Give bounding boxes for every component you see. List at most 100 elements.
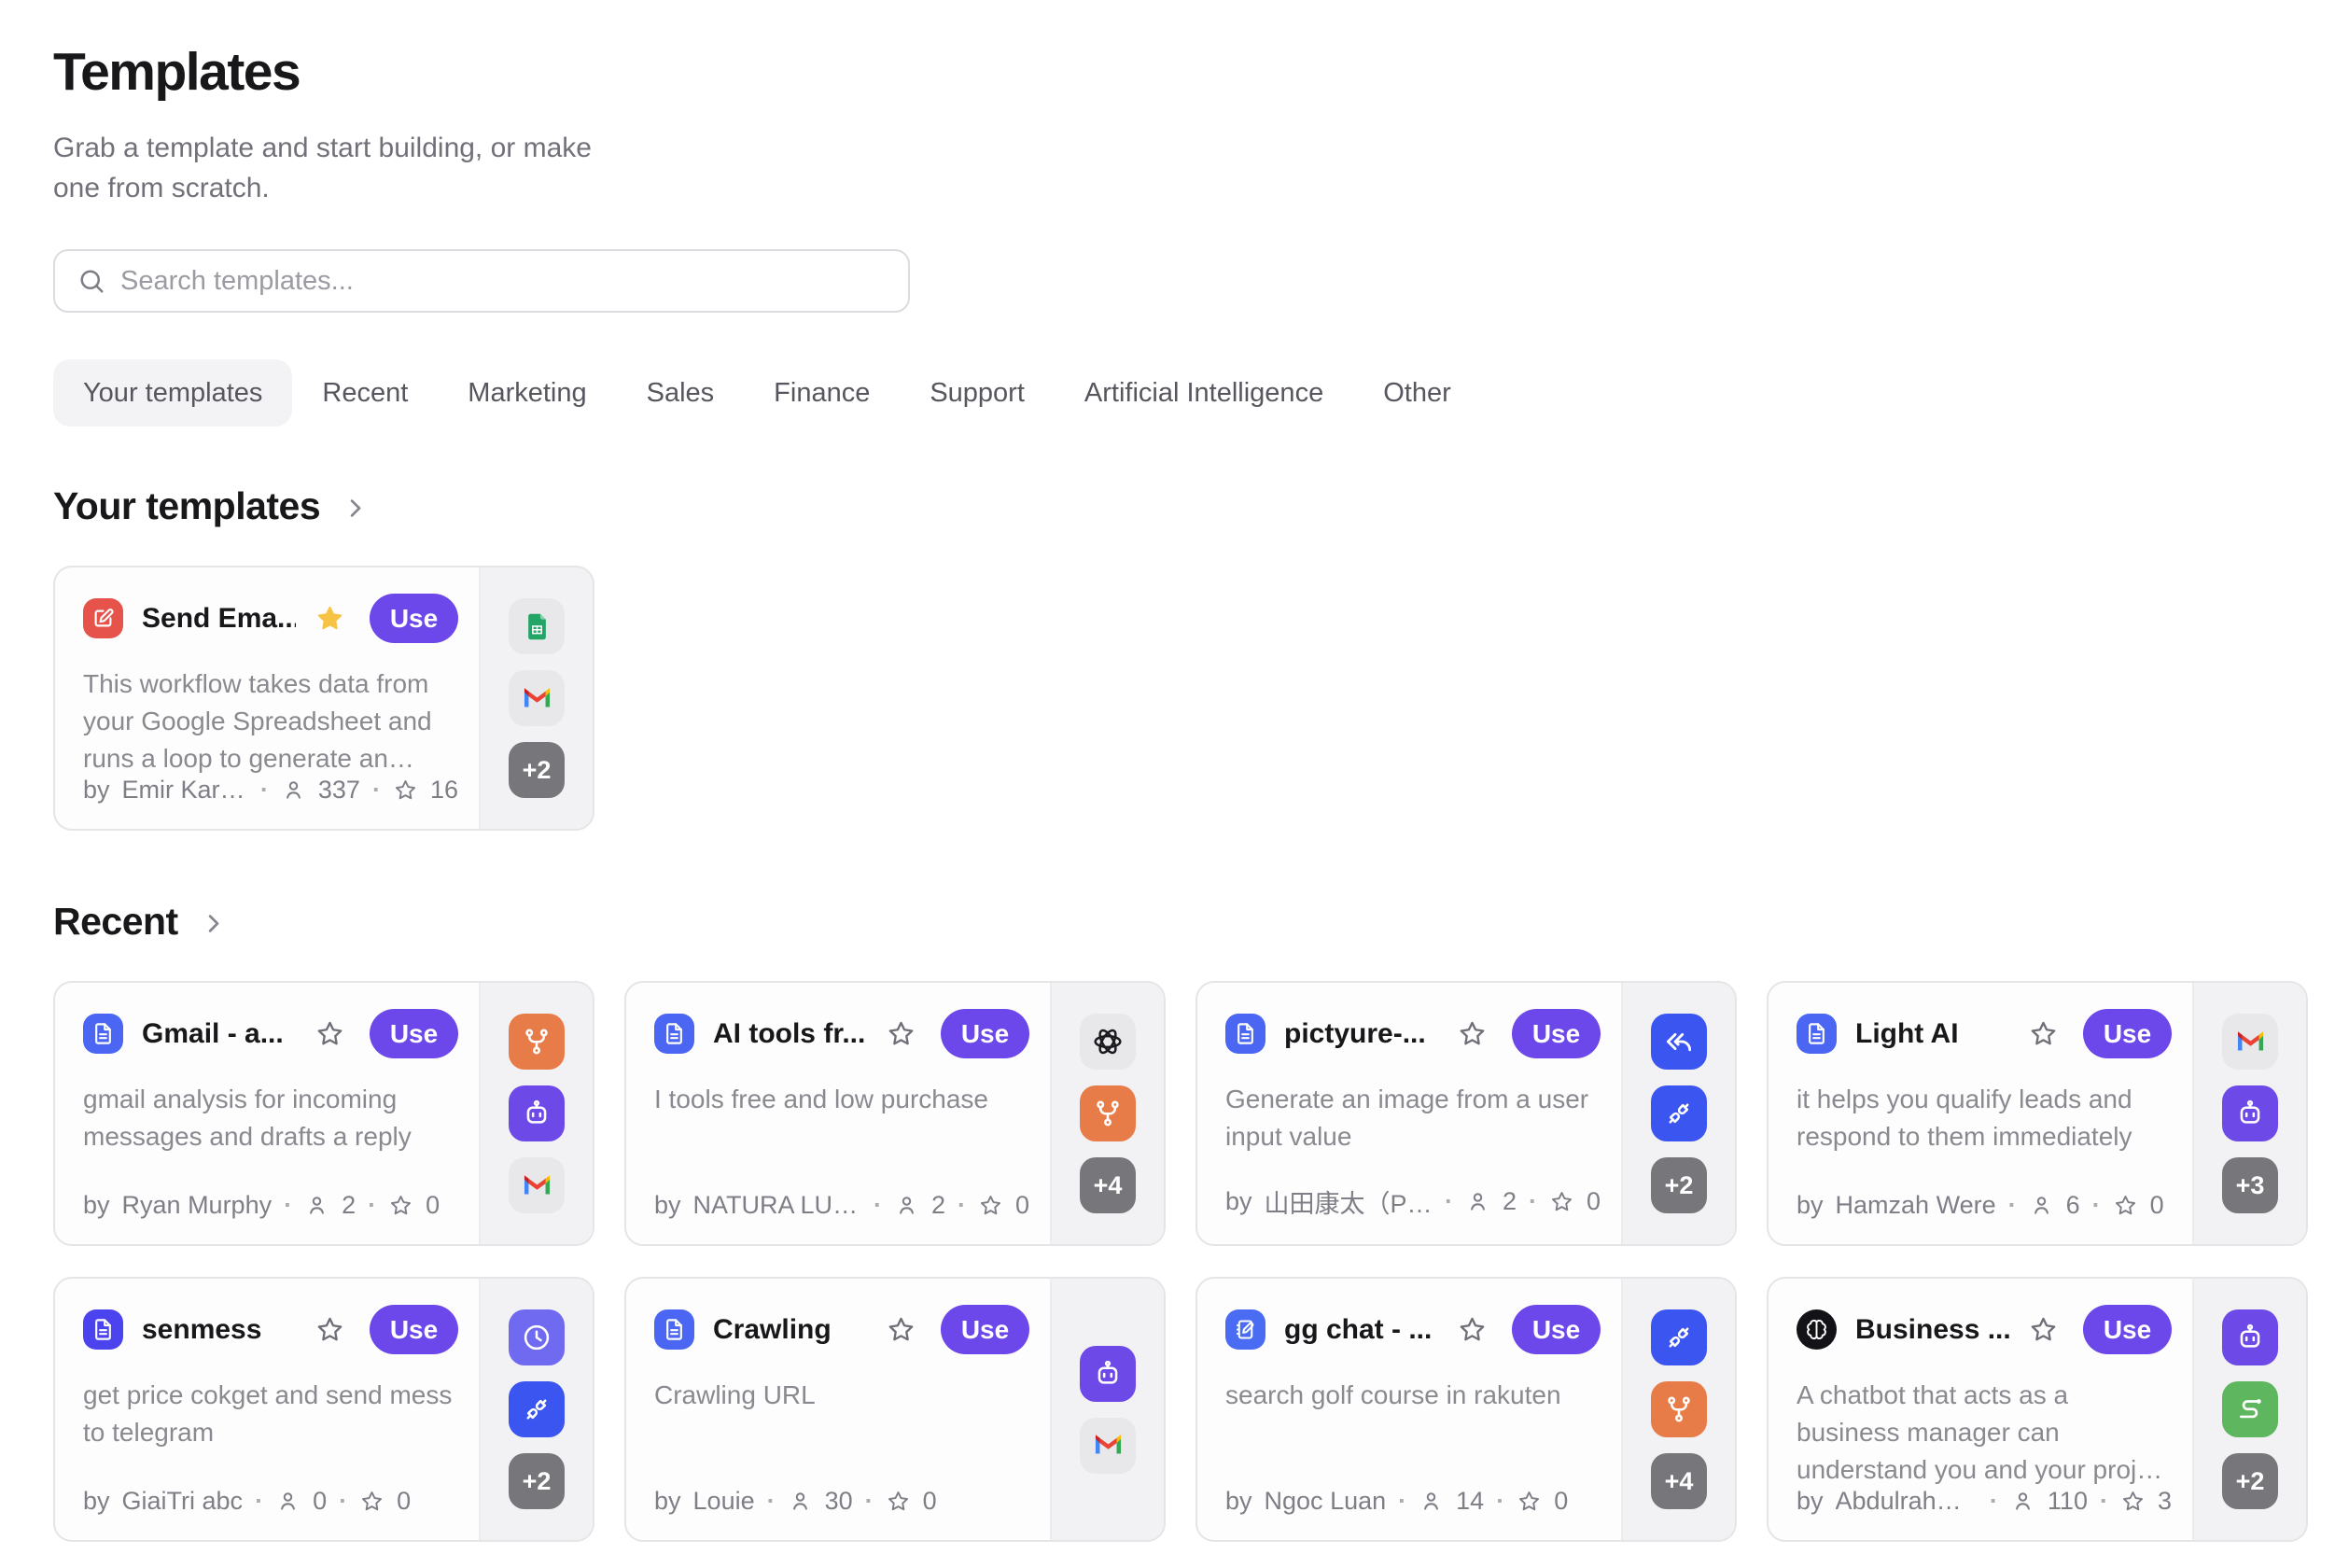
section-recent: Recent Gmail - a... Use gmail analysis f… (53, 900, 2335, 1542)
favorite-star-button[interactable] (886, 1314, 916, 1345)
more-apps-badge: +2 (1651, 1157, 1707, 1213)
favorite-star-button[interactable] (1457, 1314, 1488, 1345)
tab-your-templates[interactable]: Your templates (53, 359, 292, 427)
chevron-right-icon (343, 496, 368, 521)
favorite-star-button[interactable] (2028, 1018, 2059, 1049)
star-icon (2120, 1489, 2146, 1514)
tab-finance[interactable]: Finance (744, 359, 900, 427)
tab-support[interactable]: Support (900, 359, 1055, 427)
search-input[interactable] (120, 266, 886, 297)
section-header-link[interactable]: Your templates (53, 484, 368, 528)
use-button[interactable]: Use (1512, 1009, 1601, 1058)
favorite-star-button[interactable] (315, 1018, 345, 1049)
person-icon (788, 1489, 813, 1514)
app-icon-rail: +4 (1050, 983, 1164, 1244)
use-button[interactable]: Use (2083, 1009, 2172, 1058)
card-meta: by Ngoc Luan · 14 · 0 (1225, 1487, 1601, 1516)
by-label: by (654, 1487, 681, 1516)
document-icon (1225, 1014, 1265, 1054)
robot-icon (2222, 1085, 2278, 1141)
template-card-light-ai[interactable]: Light AI Use it helps you qualify leads … (1767, 981, 2308, 1246)
card-description: it helps you qualify leads and respond t… (1797, 1081, 2172, 1155)
card-title: gg chat - ... (1284, 1314, 1438, 1346)
person-icon (2010, 1489, 2035, 1514)
users-count: 0 (313, 1487, 327, 1516)
card-title: Gmail - a... (142, 1018, 296, 1050)
card-author: Hamzah Were (1836, 1191, 1996, 1220)
document-icon (83, 1014, 123, 1054)
card-meta: by Ryan Murphy · 2 · 0 (83, 1191, 458, 1220)
users-count: 14 (1456, 1487, 1484, 1516)
favorite-star-button[interactable] (315, 603, 345, 634)
robot-icon (509, 1085, 565, 1141)
plug-icon (509, 1381, 565, 1437)
plug-icon (1651, 1085, 1707, 1141)
by-label: by (83, 777, 110, 805)
app-icon-rail: +2 (479, 1279, 593, 1540)
card-meta: by Hamzah Were · 6 · 0 (1797, 1191, 2172, 1220)
person-icon (281, 777, 306, 803)
star-icon (359, 1489, 385, 1514)
use-button[interactable]: Use (941, 1009, 1029, 1058)
star-icon (2113, 1193, 2138, 1218)
use-button[interactable]: Use (2083, 1305, 2172, 1354)
tab-sales[interactable]: Sales (617, 359, 745, 427)
gmail-icon (1080, 1418, 1136, 1474)
by-label: by (1797, 1488, 1824, 1517)
templates-page: Templates Grab a template and start buil… (0, 0, 2335, 1542)
star-icon (978, 1193, 1003, 1218)
template-card-business[interactable]: Business ... Use A chatbot that acts as … (1767, 1277, 2308, 1542)
tab-artificial-intelligence[interactable]: Artificial Intelligence (1055, 359, 1353, 427)
app-icon-rail: +3 (2192, 983, 2306, 1244)
tab-marketing[interactable]: Marketing (438, 359, 616, 427)
section-header-link[interactable]: Recent (53, 900, 226, 944)
app-icon-rail: +2 (2192, 1279, 2306, 1540)
use-button[interactable]: Use (1512, 1305, 1601, 1354)
use-button[interactable]: Use (370, 1305, 458, 1354)
robot-icon (1080, 1346, 1136, 1402)
card-author: 山田康太（Pr... (1265, 1183, 1433, 1220)
git-merge-icon (1080, 1085, 1136, 1141)
template-card-senmess[interactable]: senmess Use get price cokget and send me… (53, 1277, 594, 1542)
template-card-send-ema[interactable]: Send Ema... Use This workflow takes data… (53, 566, 594, 831)
users-count: 30 (825, 1487, 853, 1516)
card-title: Business ... (1855, 1314, 2009, 1346)
tab-other[interactable]: Other (1353, 359, 1481, 427)
use-button[interactable]: Use (370, 594, 458, 643)
card-author: Emir Kara... (122, 777, 248, 805)
template-card-crawling[interactable]: Crawling Use Crawling URL by Louie · 30 … (624, 1277, 1166, 1542)
template-card-ai-tools-fr[interactable]: AI tools fr... Use I tools free and low … (624, 981, 1166, 1246)
card-title: senmess (142, 1314, 296, 1346)
users-count: 2 (1503, 1187, 1517, 1216)
gmail-icon (509, 1157, 565, 1213)
card-meta: by Emir Kara... · 337 · 16 (83, 777, 458, 805)
use-button[interactable]: Use (370, 1009, 458, 1058)
card-meta: by 山田康太（Pr... · 2 · 0 (1225, 1183, 1601, 1220)
stars-count: 0 (1587, 1187, 1601, 1216)
star-icon (393, 777, 418, 803)
card-author: Abdulrahm... (1836, 1488, 1978, 1517)
star-icon (1549, 1189, 1574, 1214)
template-card-gg-chat[interactable]: gg chat - ... Use search golf course in … (1195, 1277, 1737, 1542)
stars-count: 0 (2150, 1191, 2164, 1220)
card-meta: by GiaiTri abc · 0 · 0 (83, 1487, 458, 1516)
stars-count: 16 (430, 777, 458, 805)
favorite-star-button[interactable] (315, 1314, 345, 1345)
brain-icon (1797, 1309, 1837, 1350)
favorite-star-button[interactable] (2028, 1314, 2059, 1345)
by-label: by (654, 1191, 681, 1220)
stars-count: 0 (923, 1487, 937, 1516)
favorite-star-button[interactable] (886, 1018, 916, 1049)
template-card-pictyure[interactable]: pictyure-... Use Generate an image from … (1195, 981, 1737, 1246)
more-apps-badge: +2 (509, 1453, 565, 1509)
use-button[interactable]: Use (941, 1305, 1029, 1354)
tab-recent[interactable]: Recent (292, 359, 438, 427)
favorite-star-button[interactable] (1457, 1018, 1488, 1049)
stars-count: 0 (426, 1191, 440, 1220)
by-label: by (83, 1191, 110, 1220)
notebook-pencil-icon (1225, 1309, 1265, 1350)
person-icon (1465, 1189, 1490, 1214)
template-card-gmail-a[interactable]: Gmail - a... Use gmail analysis for inco… (53, 981, 594, 1246)
page-subtitle: Grab a template and start building, or m… (53, 129, 624, 208)
card-meta: by Abdulrahm... · 110 · 3 (1797, 1488, 2172, 1517)
